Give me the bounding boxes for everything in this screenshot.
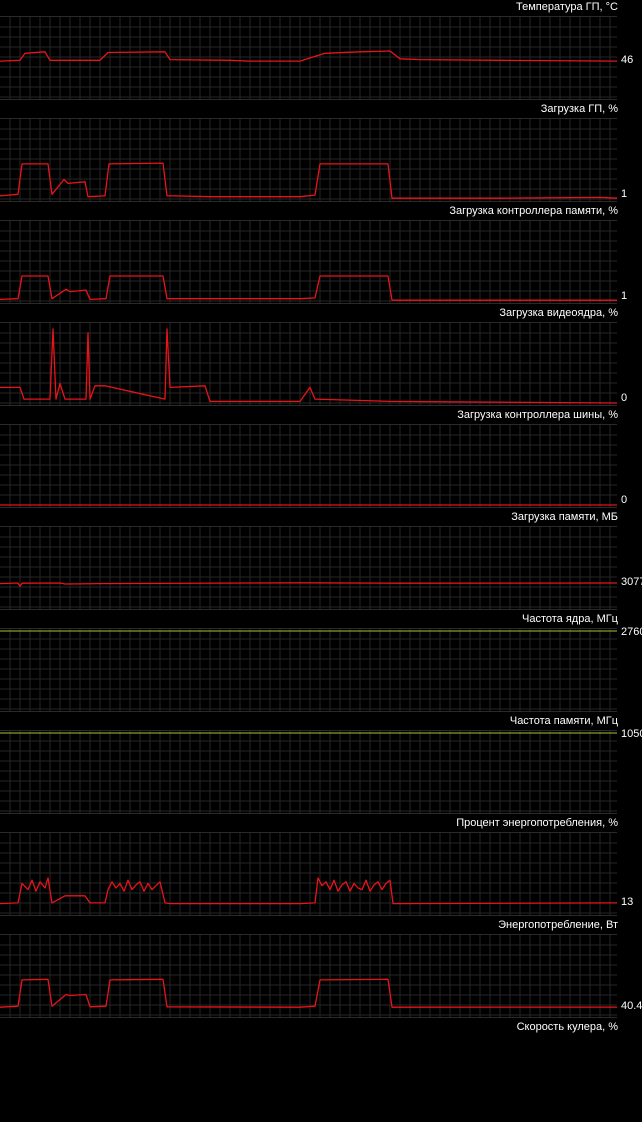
- graph-svg: [0, 425, 617, 507]
- series-line: [0, 877, 617, 905]
- graph-svg: [0, 731, 617, 813]
- graph-title: Скорость кулера, %: [516, 1021, 618, 1033]
- series-line: [0, 275, 617, 301]
- graph-title: Частота памяти, МГц: [509, 715, 618, 727]
- graph-plot-area: [0, 730, 617, 814]
- graph-title: Процент энергопотребления, %: [456, 817, 618, 829]
- graph-panel: Загрузка контроллера памяти, % 1: [0, 204, 642, 306]
- graph-grid: [0, 527, 617, 609]
- current-value-label: 3077: [621, 575, 642, 588]
- graph-panel: Загрузка видеоядра, % 0: [0, 306, 642, 408]
- graph-title: Загрузка памяти, МБ: [511, 511, 618, 523]
- graph-plot-area: [0, 322, 617, 406]
- current-value-label: 0: [621, 392, 628, 404]
- graph-panel: Загрузка контроллера шины, % 0: [0, 408, 642, 510]
- graph-title: Загрузка ГП, %: [540, 103, 618, 115]
- graph-plot-area: [0, 526, 617, 610]
- graph-grid: [0, 119, 617, 201]
- graph-plot-area: [0, 628, 617, 712]
- graph-grid: [0, 935, 617, 1017]
- series-line: [0, 50, 617, 62]
- graph-svg: [0, 221, 617, 303]
- graph-svg: [0, 629, 617, 711]
- graph-svg: [0, 935, 617, 1017]
- graph-grid: [0, 221, 617, 303]
- graph-panel: Частота ядра, МГц2760: [0, 612, 642, 714]
- graph-grid: [0, 425, 617, 507]
- graph-grid: [0, 731, 617, 813]
- graph-title: Загрузка видеоядра, %: [499, 307, 618, 319]
- graph-panel: Процент энергопотребления, % 13: [0, 816, 642, 918]
- current-value-label: 1: [621, 188, 628, 200]
- graph-panel: Скорость кулера, %: [0, 1020, 642, 1122]
- current-value-label: 46: [621, 54, 634, 67]
- current-value-label: 2760: [621, 626, 642, 638]
- graph-plot-area: [0, 832, 617, 916]
- current-value-label: 40.4: [621, 1000, 642, 1013]
- graph-svg: [0, 323, 617, 405]
- graph-svg: [0, 119, 617, 201]
- graph-svg: [0, 17, 617, 99]
- series-line: [0, 582, 617, 587]
- series-line: [0, 328, 617, 404]
- graph-panel: Энергопотребление, Вт 40.4: [0, 918, 642, 1020]
- graph-plot-area: [0, 16, 617, 100]
- series-line: [0, 978, 617, 1008]
- current-value-label: 1050: [621, 728, 642, 740]
- graph-panel: Температура ГП, °C 46: [0, 0, 642, 102]
- current-value-label: 1: [621, 290, 628, 302]
- graph-title: Частота ядра, МГц: [522, 613, 618, 625]
- graph-panel: Частота памяти, МГц1050: [0, 714, 642, 816]
- current-value-label: 0: [621, 494, 628, 506]
- graph-grid: [0, 629, 617, 711]
- current-value-label: 13: [621, 895, 634, 908]
- graph-svg: [0, 527, 617, 609]
- graph-title: Загрузка контроллера шины, %: [457, 409, 618, 421]
- graph-title: Энергопотребление, Вт: [498, 919, 618, 931]
- graph-panel: Загрузка ГП, % 1: [0, 102, 642, 204]
- graph-plot-area: [0, 220, 617, 304]
- graph-title: Температура ГП, °C: [516, 1, 618, 13]
- graph-title: Загрузка контроллера памяти, %: [449, 205, 618, 217]
- graph-plot-area: [0, 424, 617, 508]
- graph-svg: [0, 833, 617, 915]
- graph-plot-area: [0, 934, 617, 1018]
- graph-plot-area: [0, 118, 617, 202]
- series-line: [0, 162, 617, 199]
- graph-panel: Загрузка памяти, МБ 3077: [0, 510, 642, 612]
